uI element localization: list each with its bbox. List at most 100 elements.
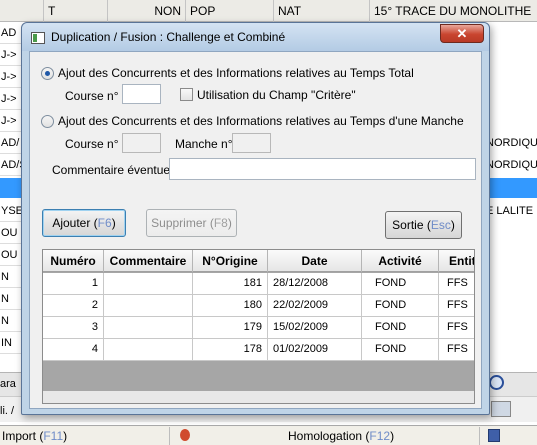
- sortie-close: ): [450, 218, 455, 232]
- course-label-2: Course n°: [65, 137, 119, 151]
- bg-right-cell: NORDIQU: [486, 159, 537, 171]
- table-row[interactable]: 4 178 01/02/2009 FOND FFS: [43, 339, 474, 361]
- bg-right-cell: E LALITE: [486, 205, 534, 217]
- cell-origine: 180: [193, 295, 268, 316]
- grid-header: Numéro Commentaire N°Origine Date Activi…: [43, 250, 474, 272]
- sortie-label: Sortie (: [392, 218, 431, 232]
- col-header-pop[interactable]: POP: [186, 0, 274, 22]
- col-commentaire[interactable]: Commentaire: [104, 250, 193, 272]
- cell-activite: FOND: [362, 273, 439, 294]
- import-key: F11: [43, 429, 64, 443]
- cell-entite: FFS: [439, 295, 474, 316]
- course-input-2[interactable]: [122, 133, 161, 153]
- status-extra[interactable]: [480, 427, 537, 445]
- bg-cell: J->: [0, 88, 22, 110]
- homologation-key: F12: [369, 429, 391, 443]
- dialog-titlebar[interactable]: Duplication / Fusion : Challenge et Comb…: [22, 23, 489, 51]
- cell-activite: FOND: [362, 339, 439, 360]
- cell-activite: FOND: [362, 295, 439, 316]
- homologation-close: ): [390, 429, 395, 443]
- cell-numero: 1: [43, 273, 104, 294]
- table-row[interactable]: 1 181 28/12/2008 FOND FFS: [43, 273, 474, 295]
- course-input[interactable]: [122, 84, 161, 104]
- bg-cell: AD/S: [0, 154, 22, 176]
- cell-entite: FFS: [439, 273, 474, 294]
- medal-icon: [180, 429, 190, 441]
- supprimer-label: Supprimer (: [151, 216, 214, 230]
- radio-temps-total-label[interactable]: Ajout des Concurrents et des Information…: [58, 66, 414, 80]
- status-bar: Import (F11) Homologation (F12): [0, 425, 537, 445]
- bg-cell: J->: [0, 110, 22, 132]
- clock-icon[interactable]: [489, 375, 504, 390]
- col-header-event[interactable]: 15° TRACE DU MONOLITHE: [370, 0, 537, 22]
- col-entite[interactable]: Entit: [439, 250, 474, 272]
- cell-activite: FOND: [362, 317, 439, 338]
- cell-commentaire: [104, 317, 193, 338]
- table-row[interactable]: 2 180 22/02/2009 FOND FFS: [43, 295, 474, 317]
- homologation-button[interactable]: Homologation (F12): [170, 427, 480, 445]
- bg-cell: N: [0, 310, 22, 332]
- cell-commentaire: [104, 339, 193, 360]
- cell-origine: 179: [193, 317, 268, 338]
- col-origine[interactable]: N°Origine: [193, 250, 268, 272]
- critere-checkbox-label[interactable]: Utilisation du Champ "Critère": [197, 88, 356, 102]
- homologation-label: Homologation (: [288, 429, 370, 443]
- supprimer-close: ): [227, 216, 232, 230]
- col-date[interactable]: Date: [268, 250, 362, 272]
- bg-toolbar-text: ara: [0, 378, 16, 390]
- cell-origine: 181: [193, 273, 268, 294]
- course-label: Course n°: [65, 89, 119, 103]
- radio-temps-manche-label[interactable]: Ajout des Concurrents et des Information…: [58, 114, 464, 128]
- bg-cell: N: [0, 266, 22, 288]
- critere-checkbox[interactable]: [180, 88, 193, 101]
- table-row[interactable]: 3 179 15/02/2009 FOND FFS: [43, 317, 474, 339]
- ajouter-button[interactable]: Ajouter (F6): [42, 209, 126, 237]
- import-close: ): [63, 429, 68, 443]
- cell-entite: FFS: [439, 317, 474, 338]
- duplication-dialog: Duplication / Fusion : Challenge et Comb…: [21, 22, 490, 415]
- supprimer-key: F8: [213, 216, 228, 230]
- bg-toolbar-text: li. /: [0, 405, 15, 417]
- cell-numero: 2: [43, 295, 104, 316]
- import-label: Import (: [2, 429, 44, 443]
- bg-cell: IN: [0, 332, 22, 354]
- radio-temps-manche[interactable]: [41, 115, 54, 128]
- cell-date: 15/02/2009: [268, 317, 362, 338]
- bg-cell: YSEN: [0, 200, 22, 222]
- manche-label: Manche n°: [175, 137, 233, 151]
- ajouter-close: ): [111, 216, 116, 230]
- sortie-key: Esc: [430, 218, 451, 232]
- col-header-non[interactable]: NON: [108, 0, 186, 22]
- comment-input[interactable]: [169, 158, 476, 180]
- comment-label: Commentaire éventuelle: [52, 163, 183, 177]
- import-button[interactable]: Import (F11): [0, 427, 170, 445]
- bg-right-cell: NORDIQU: [486, 137, 537, 149]
- bg-cell: OU: [0, 244, 22, 266]
- dialog-client: Ajout des Concurrents et des Information…: [29, 51, 482, 409]
- col-header-t[interactable]: T: [44, 0, 108, 22]
- ajouter-label: Ajouter (: [52, 216, 98, 230]
- bg-cell: N: [0, 288, 22, 310]
- manche-input[interactable]: [232, 133, 271, 153]
- cell-date: 28/12/2008: [268, 273, 362, 294]
- cell-date: 22/02/2009: [268, 295, 362, 316]
- supprimer-button[interactable]: Supprimer (F8): [146, 209, 237, 237]
- radio-temps-total[interactable]: [41, 67, 54, 80]
- grid-horizontal-scrollbar[interactable]: [43, 391, 474, 403]
- bg-cell: J->: [0, 66, 22, 88]
- window-icon[interactable]: [491, 401, 511, 417]
- cell-origine: 178: [193, 339, 268, 360]
- sortie-button[interactable]: Sortie (Esc): [385, 211, 462, 239]
- dialog-title: Duplication / Fusion : Challenge et Comb…: [51, 30, 286, 44]
- bg-cell: J->: [0, 44, 22, 66]
- background-grid-header: T NON POP NAT 15° TRACE DU MONOLITHE: [0, 0, 537, 22]
- ajouter-key: F6: [97, 216, 112, 230]
- col-activite[interactable]: Activité: [362, 250, 439, 272]
- col-header-nat[interactable]: NAT: [274, 0, 370, 22]
- col-numero[interactable]: Numéro: [43, 250, 104, 272]
- book-icon: [488, 429, 500, 442]
- cell-date: 01/02/2009: [268, 339, 362, 360]
- app-icon: [31, 32, 45, 44]
- duplication-grid: Numéro Commentaire N°Origine Date Activi…: [42, 249, 475, 404]
- close-button[interactable]: ✕: [440, 24, 484, 43]
